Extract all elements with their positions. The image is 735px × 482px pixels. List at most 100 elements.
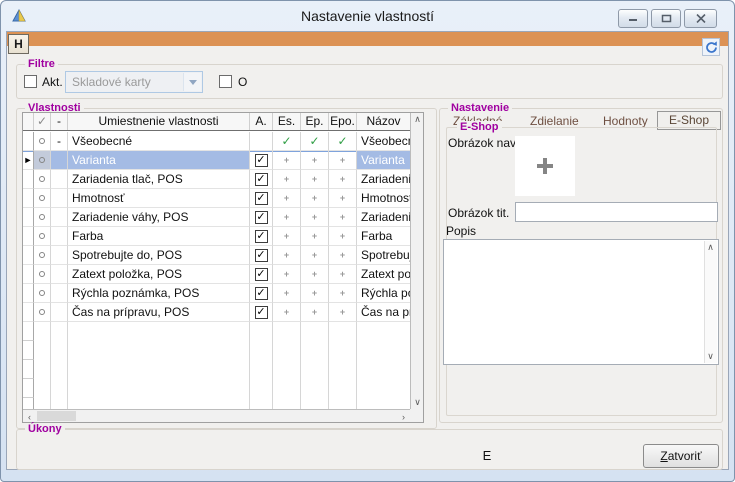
plus-icon: + bbox=[284, 212, 289, 222]
popis-textarea[interactable]: ∧ ∨ bbox=[443, 239, 719, 365]
empty-cell bbox=[357, 341, 410, 360]
obrazok-tit-input[interactable] bbox=[515, 202, 718, 222]
tab-zdielanie[interactable]: Zdielanie bbox=[530, 114, 579, 128]
empty-cell bbox=[23, 341, 34, 360]
empty-cell bbox=[273, 360, 301, 379]
col-ep[interactable]: Ep. bbox=[301, 113, 329, 130]
state-cell bbox=[34, 265, 51, 284]
scroll-up-icon[interactable]: ∧ bbox=[704, 241, 717, 254]
row-selector-cell bbox=[23, 208, 34, 227]
active-checkbox[interactable]: ✓ bbox=[255, 192, 268, 205]
table-row[interactable]: Zatext položka, POS✓+++Zatext položka, P… bbox=[23, 265, 410, 284]
active-checkbox[interactable]: ✓ bbox=[255, 211, 268, 224]
table-row[interactable]: ►Varianta✓+++Varianta bbox=[23, 151, 410, 170]
o-checkbox[interactable] bbox=[219, 75, 232, 88]
dash-cell bbox=[51, 170, 68, 189]
table-row[interactable]: Spotrebujte do, POS✓+++Spotrebujte do, P… bbox=[23, 246, 410, 265]
epo-cell: + bbox=[329, 208, 357, 227]
grid-header[interactable]: ✓ - Umiestnenie vlastnosti A. Es. Ep. Ep… bbox=[23, 113, 410, 131]
tab-hodnoty[interactable]: Hodnoty bbox=[603, 114, 648, 128]
table-row[interactable]: Rýchla poznámka, POS✓+++Rýchla poznámka,… bbox=[23, 284, 410, 303]
settings-group-label: Nastavenie bbox=[448, 102, 512, 114]
popis-scrollbar[interactable]: ∧ ∨ bbox=[704, 241, 717, 363]
zatvorit-button[interactable]: Zatvoriť bbox=[643, 444, 719, 468]
plus-icon: + bbox=[340, 193, 345, 203]
maximize-button[interactable] bbox=[651, 9, 681, 28]
record-state-icon bbox=[39, 195, 45, 201]
empty-cell bbox=[329, 398, 357, 409]
scrollbar-thumb[interactable] bbox=[37, 411, 76, 421]
active-cell: ✓ bbox=[250, 227, 273, 246]
active-checkbox[interactable]: ✓ bbox=[255, 306, 268, 319]
grid-horizontal-scrollbar[interactable]: ‹ › bbox=[23, 409, 410, 422]
plus-icon: + bbox=[312, 288, 317, 298]
empty-cell bbox=[34, 379, 51, 398]
help-button[interactable]: H bbox=[8, 34, 29, 54]
col-name[interactable]: Názov bbox=[357, 113, 410, 130]
col-placement[interactable]: Umiestnenie vlastnosti bbox=[68, 113, 250, 130]
empty-cell bbox=[68, 379, 250, 398]
empty-cell bbox=[301, 360, 329, 379]
properties-grid: ✓ - Umiestnenie vlastnosti A. Es. Ep. Ep… bbox=[22, 112, 424, 423]
dash-cell bbox=[51, 227, 68, 246]
minimize-icon bbox=[628, 14, 638, 23]
ep-cell: + bbox=[301, 227, 329, 246]
active-checkbox[interactable]: ✓ bbox=[255, 173, 268, 186]
epo-cell: + bbox=[329, 189, 357, 208]
scroll-up-icon[interactable]: ∧ bbox=[411, 113, 424, 126]
dash-cell bbox=[51, 265, 68, 284]
active-checkbox[interactable]: ✓ bbox=[255, 230, 268, 243]
scroll-down-icon[interactable]: ∨ bbox=[704, 350, 717, 363]
plus-icon: + bbox=[284, 231, 289, 241]
akt-checkbox[interactable] bbox=[24, 75, 37, 88]
empty-cell bbox=[357, 322, 410, 341]
obrazok-nav-dropzone[interactable] bbox=[515, 136, 575, 196]
close-button[interactable] bbox=[684, 9, 717, 28]
table-row[interactable]: Zariadenie váhy, POS✓+++Zariadenie váhy,… bbox=[23, 208, 410, 227]
active-checkbox[interactable]: ✓ bbox=[255, 154, 268, 167]
active-cell: ✓ bbox=[250, 189, 273, 208]
record-state-icon bbox=[39, 157, 45, 163]
minimize-button[interactable] bbox=[618, 9, 648, 28]
ep-cell: + bbox=[301, 284, 329, 303]
table-row[interactable]: -Všeobecné✓✓✓Všeobecné bbox=[23, 132, 410, 151]
active-checkbox[interactable]: ✓ bbox=[255, 268, 268, 281]
check-icon: ✓ bbox=[281, 134, 291, 148]
name-cell: Zariadenia tlač, POS bbox=[357, 170, 410, 189]
grid-vertical-scrollbar[interactable]: ∧ ∨ bbox=[410, 113, 423, 409]
empty-row bbox=[23, 398, 410, 409]
name-cell: Rýchla poznámka, POS bbox=[357, 284, 410, 303]
table-row[interactable]: Hmotnosť✓+++Hmotnosť bbox=[23, 189, 410, 208]
active-checkbox[interactable]: ✓ bbox=[255, 249, 268, 262]
col-epo[interactable]: Epo. bbox=[329, 113, 357, 130]
placement-cell: Farba bbox=[68, 227, 250, 246]
plus-icon: + bbox=[312, 193, 317, 203]
row-selector-cell bbox=[23, 303, 34, 322]
scroll-down-icon[interactable]: ∨ bbox=[411, 396, 424, 409]
col-active[interactable]: A. bbox=[250, 113, 273, 130]
active-cell: ✓ bbox=[250, 246, 273, 265]
col-es[interactable]: Es. bbox=[273, 113, 301, 130]
active-checkbox[interactable]: ✓ bbox=[255, 287, 268, 300]
epo-cell: + bbox=[329, 227, 357, 246]
scroll-left-icon[interactable]: ‹ bbox=[23, 410, 36, 423]
state-cell bbox=[34, 227, 51, 246]
scroll-right-icon[interactable]: › bbox=[397, 410, 410, 423]
table-row[interactable]: Zariadenia tlač, POS✓+++Zariadenia tlač,… bbox=[23, 170, 410, 189]
title-bar[interactable]: Nastavenie vlastností bbox=[1, 1, 734, 31]
row-selector-cell bbox=[23, 246, 34, 265]
refresh-button[interactable] bbox=[702, 38, 720, 56]
active-cell: ✓ bbox=[250, 284, 273, 303]
empty-cell bbox=[273, 398, 301, 409]
filter-combobox[interactable]: Skladové karty bbox=[65, 71, 203, 93]
table-row[interactable]: Farba✓+++Farba bbox=[23, 227, 410, 246]
plus-icon: + bbox=[312, 269, 317, 279]
table-row[interactable]: Čas na prípravu, POS✓+++Čas na prípravu,… bbox=[23, 303, 410, 322]
ep-cell: + bbox=[301, 246, 329, 265]
epo-cell: + bbox=[329, 265, 357, 284]
col-dash[interactable]: - bbox=[51, 113, 68, 130]
record-state-icon bbox=[39, 290, 45, 296]
dash-cell bbox=[51, 151, 68, 170]
col-state[interactable]: ✓ bbox=[34, 113, 51, 130]
state-cell bbox=[34, 151, 51, 170]
